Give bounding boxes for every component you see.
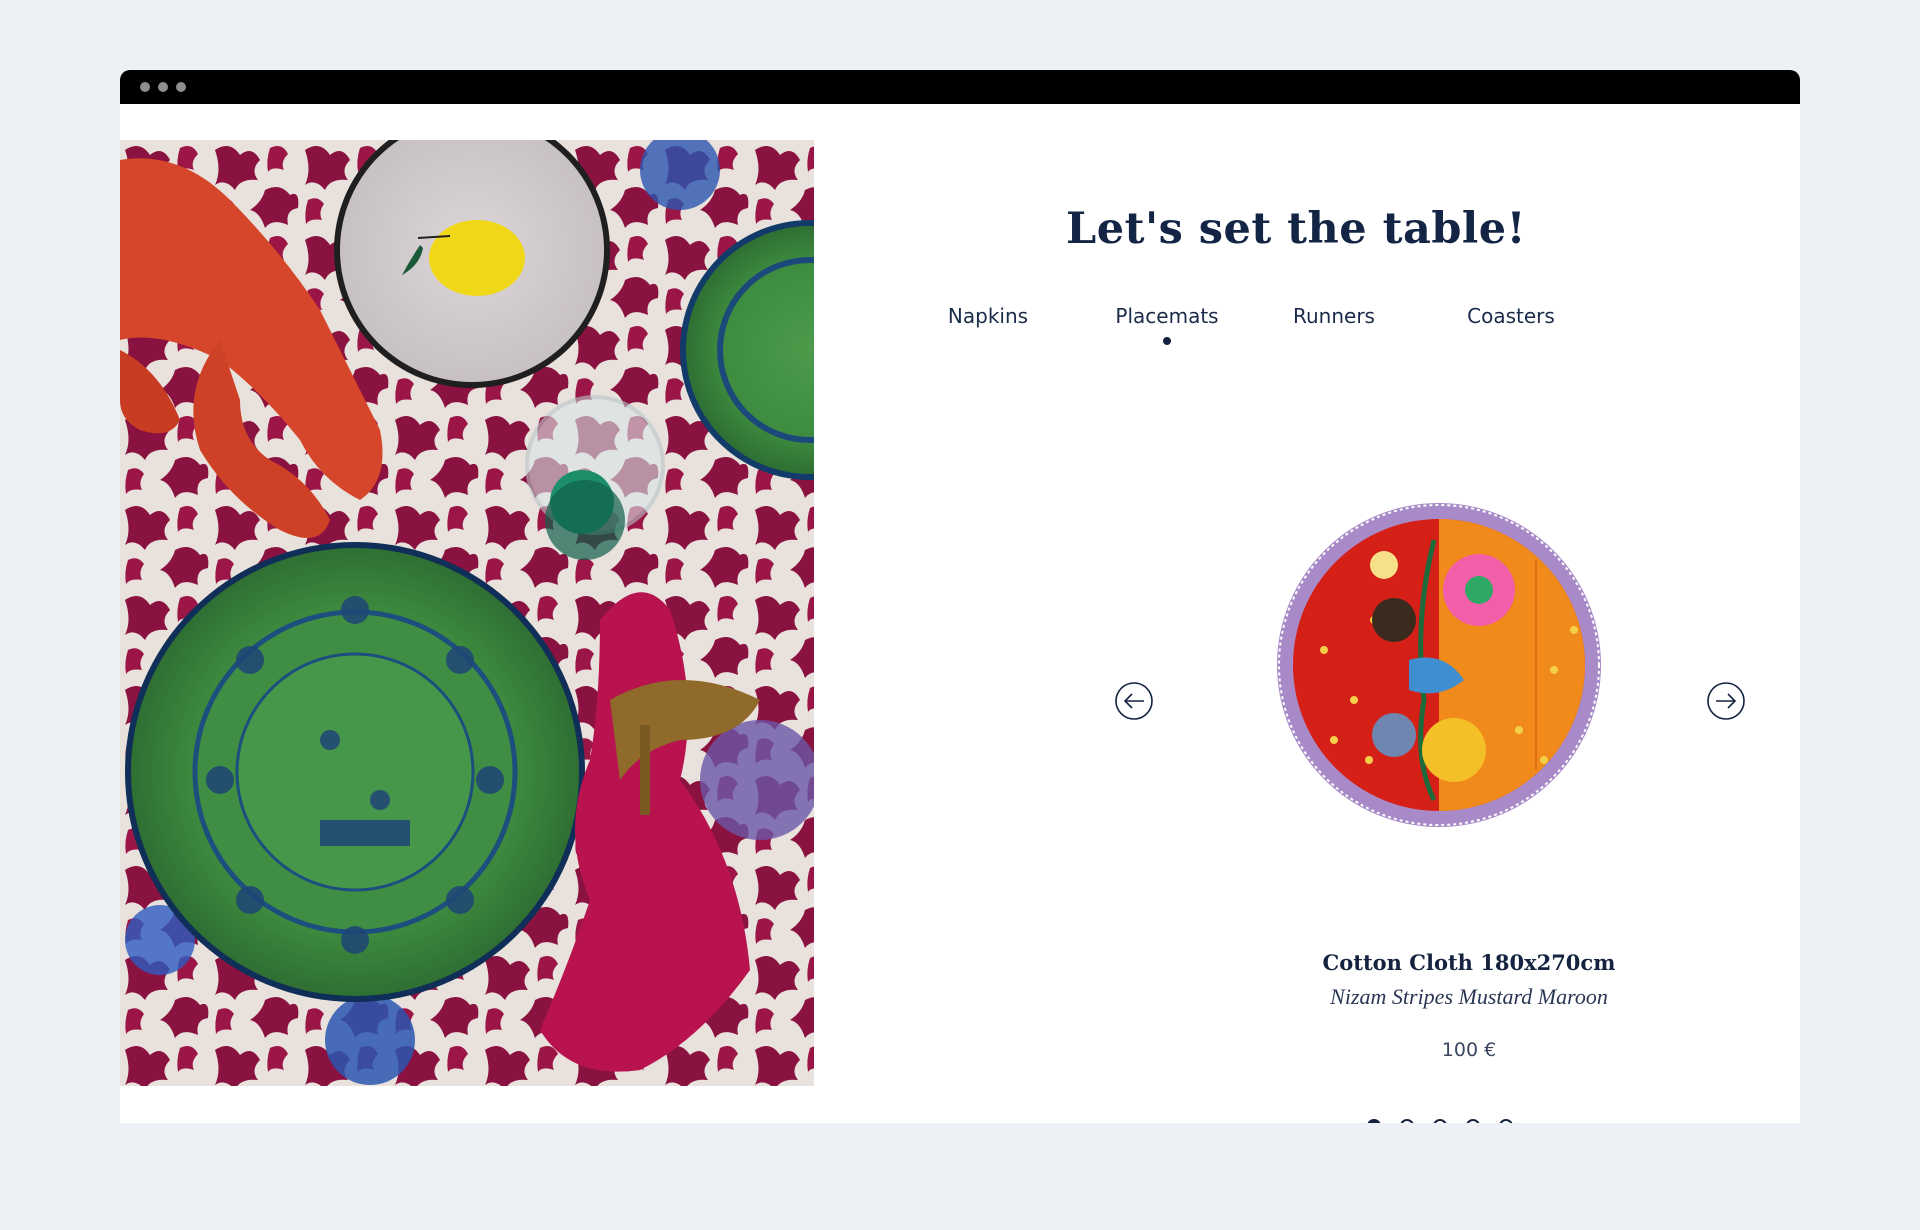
tab-napkins[interactable]: Napkins (928, 304, 1048, 328)
product-variant: Nizam Stripes Mustard Maroon (1330, 984, 1608, 1009)
product-panel: Let's set the table! Napkins Placemats R… (814, 104, 1800, 1123)
tab-label: Coasters (1467, 304, 1555, 328)
window-control-dot[interactable] (158, 82, 168, 92)
carousel-prev-button[interactable] (1114, 681, 1154, 721)
arrow-left-circle-icon (1115, 682, 1153, 720)
tab-placemats[interactable]: Placemats (1097, 304, 1237, 345)
window-control-dot[interactable] (140, 82, 150, 92)
product-image[interactable] (1274, 500, 1604, 830)
window-control-dot[interactable] (176, 82, 186, 92)
tab-label: Napkins (947, 304, 1029, 328)
pagination-dot-4[interactable] (1466, 1119, 1480, 1123)
lifestyle-photo (120, 140, 814, 1086)
category-tabs: Napkins Placemats Runners Coasters (814, 304, 1800, 354)
carousel-pagination (814, 1119, 1800, 1123)
page-title: Let's set the table! (1065, 204, 1526, 254)
pagination-dot-1[interactable] (1367, 1119, 1381, 1123)
tab-label: Runners (1293, 304, 1375, 328)
tab-label: Placemats (1115, 304, 1219, 328)
browser-window: Let's set the table! Napkins Placemats R… (120, 70, 1800, 1123)
tab-coasters[interactable]: Coasters (1441, 304, 1581, 328)
pagination-dot-5[interactable] (1499, 1119, 1513, 1123)
pagination-dot-3[interactable] (1433, 1119, 1447, 1123)
product-name[interactable]: Cotton Cloth 180x270cm (1074, 950, 1800, 975)
active-tab-indicator (1163, 337, 1171, 345)
pagination-dot-2[interactable] (1400, 1119, 1414, 1123)
window-titlebar (120, 70, 1800, 104)
product-price: 100 € (1441, 1039, 1497, 1061)
carousel-next-button[interactable] (1706, 681, 1746, 721)
tab-runners[interactable]: Runners (1274, 304, 1394, 328)
arrow-right-circle-icon (1707, 682, 1745, 720)
